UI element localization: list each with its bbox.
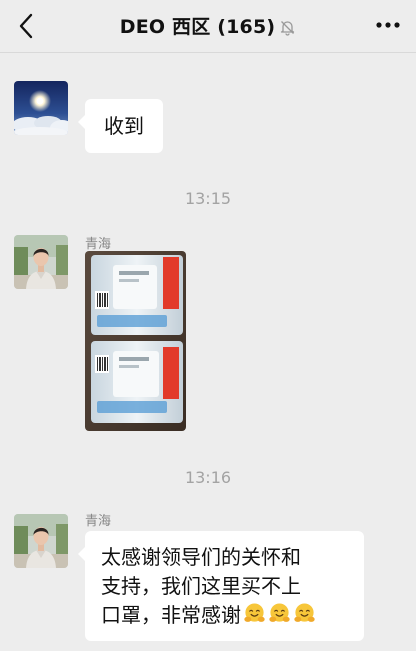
message-line: 口罩，非常感谢 [101,601,364,630]
person-avatar[interactable] [14,235,68,289]
message-bubble[interactable]: 太感谢领导们的关怀和 支持，我们这里买不上 口罩，非常感谢 [78,531,364,641]
chat-title: DEO 西区 (165) [0,12,416,39]
timestamp: 13:15 [184,189,232,208]
person-avatar[interactable] [14,514,68,568]
sender-name: 青海 [85,514,112,529]
more-dots-icon[interactable] [374,13,402,37]
message-text: 收到 [104,114,144,138]
emoji-row [241,603,316,627]
hugging-face-emoji [294,603,315,622]
message-line-text: 口罩，非常感谢 [101,603,241,627]
hugging-face-emoji [269,603,290,622]
chat-title-text: DEO 西区 (165) [119,16,276,38]
bell-off-icon [281,21,295,36]
timestamp: 13:16 [184,468,232,487]
message-line: 太感谢领导们的关怀和 [101,545,301,569]
message-bubble[interactable]: 收到 [78,99,163,153]
sender-name: 青海 [85,237,112,252]
chat-header: DEO 西区 (165) [0,0,416,53]
message-line: 支持，我们这里买不上 [101,574,301,598]
sky-clouds-avatar[interactable] [14,81,68,135]
mask-packages-photo[interactable] [85,251,186,431]
hugging-face-emoji [244,603,265,622]
